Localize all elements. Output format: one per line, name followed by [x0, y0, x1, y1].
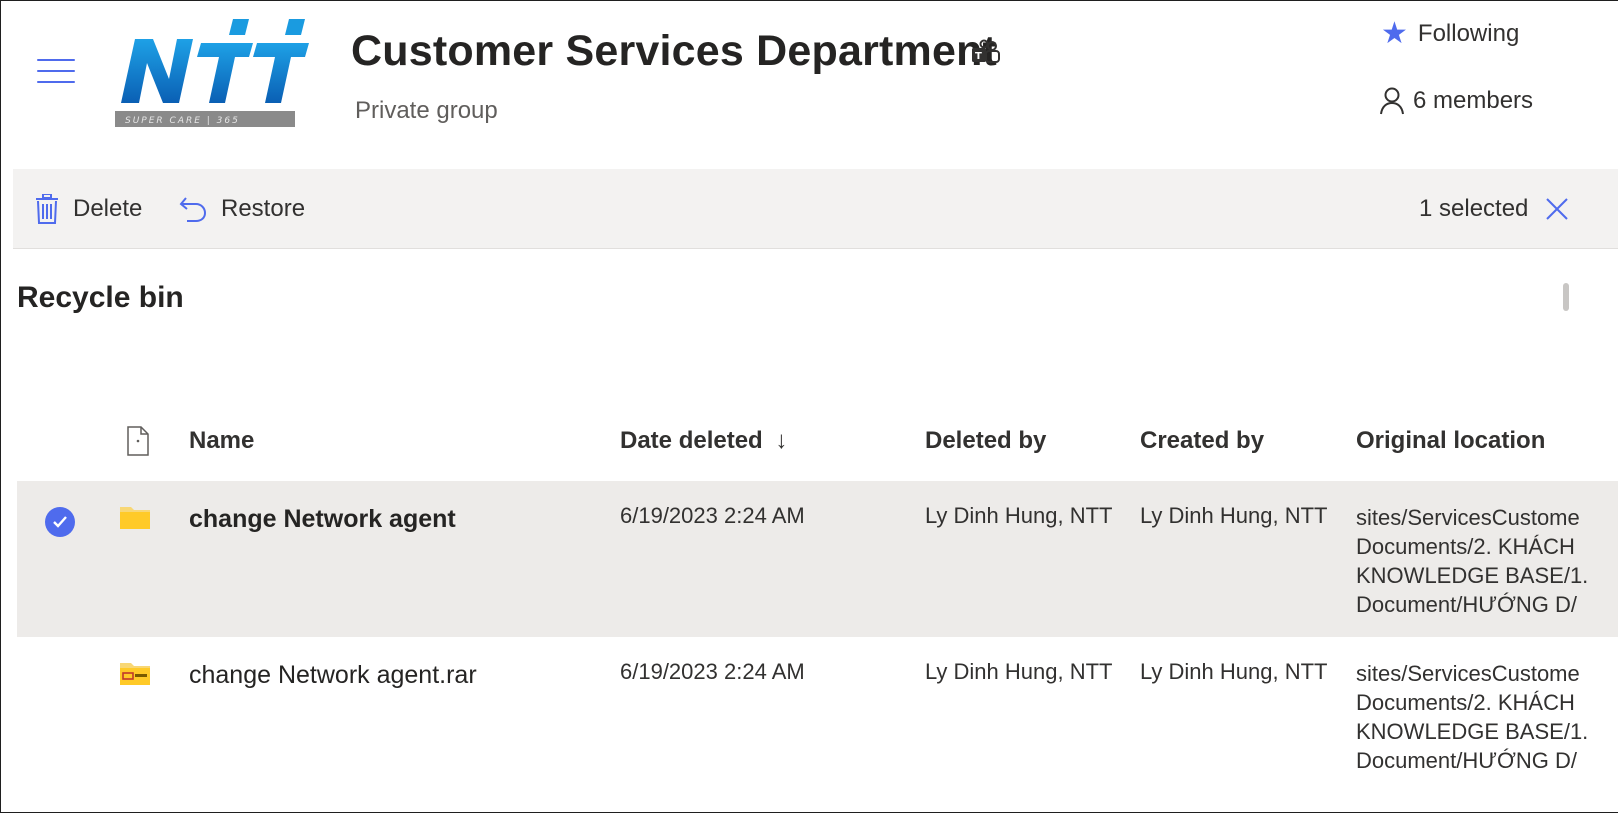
created-by: Ly Dinh Hung, NTT — [1140, 659, 1328, 684]
restore-icon — [179, 197, 207, 222]
selection-info: 1 selected — [1419, 169, 1570, 249]
file-type-icon[interactable] — [125, 425, 151, 457]
delete-label: Delete — [73, 195, 143, 222]
app-frame: SUPER CARE | 365 Customer Services Depar… — [0, 0, 1618, 813]
column-header-original-location[interactable]: Original location — [1356, 427, 1545, 455]
hamburger-menu-icon[interactable] — [37, 59, 75, 87]
site-subtitle: Private group — [355, 97, 498, 124]
restore-button[interactable]: Restore — [179, 169, 305, 249]
sort-down-arrow-icon: ↓ — [775, 427, 788, 454]
members-button[interactable]: 6 members — [1379, 87, 1533, 115]
site-logo[interactable]: SUPER CARE | 365 — [111, 15, 316, 133]
deleted-by: Ly Dinh Hung, NTT — [925, 503, 1113, 528]
delete-button[interactable]: Delete — [35, 169, 142, 249]
column-header-date-deleted[interactable]: Date deleted ↓ — [620, 427, 787, 455]
following-button[interactable]: ★ Following — [1381, 19, 1519, 49]
table-row[interactable]: change Network agent.rar 6/19/2023 2:24 … — [17, 637, 1618, 793]
date-deleted-label: Date deleted — [620, 427, 763, 454]
original-location: sites/ServicesCustome Documents/2. KHÁCH… — [1356, 661, 1589, 773]
page-title: Recycle bin — [17, 281, 184, 314]
deleted-by: Ly Dinh Hung, NTT — [925, 659, 1113, 684]
folder-icon — [120, 507, 150, 529]
close-icon[interactable] — [1544, 196, 1570, 222]
site-title: Customer Services Department — [351, 27, 998, 75]
star-icon: ★ — [1381, 17, 1408, 50]
column-header-created-by[interactable]: Created by — [1140, 427, 1264, 455]
created-by: Ly Dinh Hung, NTT — [1140, 503, 1328, 528]
selection-count: 1 selected — [1419, 195, 1529, 222]
logo-tagline: SUPER CARE | 365 — [125, 116, 240, 126]
command-bar: Delete Restore 1 selected — [13, 169, 1618, 249]
trash-icon — [36, 194, 58, 224]
file-name[interactable]: change Network agent.rar — [189, 661, 477, 690]
column-header-deleted-by[interactable]: Deleted by — [925, 427, 1046, 455]
date-deleted: 6/19/2023 2:24 AM — [620, 503, 805, 528]
selected-checkmark-icon[interactable] — [45, 507, 75, 537]
svg-text:T: T — [975, 51, 982, 62]
person-icon — [1380, 87, 1404, 115]
date-deleted: 6/19/2023 2:24 AM — [620, 659, 805, 684]
file-name[interactable]: change Network agent — [189, 505, 456, 534]
teams-icon[interactable]: T — [971, 39, 1001, 67]
following-label: Following — [1417, 20, 1520, 47]
original-location: sites/ServicesCustome Documents/2. KHÁCH… — [1356, 505, 1589, 617]
members-label: 6 members — [1413, 87, 1534, 114]
table-row[interactable]: change Network agent 6/19/2023 2:24 AM L… — [17, 481, 1618, 637]
site-header: SUPER CARE | 365 Customer Services Depar… — [1, 1, 1618, 169]
restore-label: Restore — [221, 195, 306, 222]
scrollbar[interactable] — [1563, 283, 1569, 311]
column-header-name[interactable]: Name — [189, 427, 254, 455]
table-header: Name Date deleted ↓ Deleted by Created b… — [13, 411, 1618, 477]
archive-folder-icon — [120, 663, 150, 685]
